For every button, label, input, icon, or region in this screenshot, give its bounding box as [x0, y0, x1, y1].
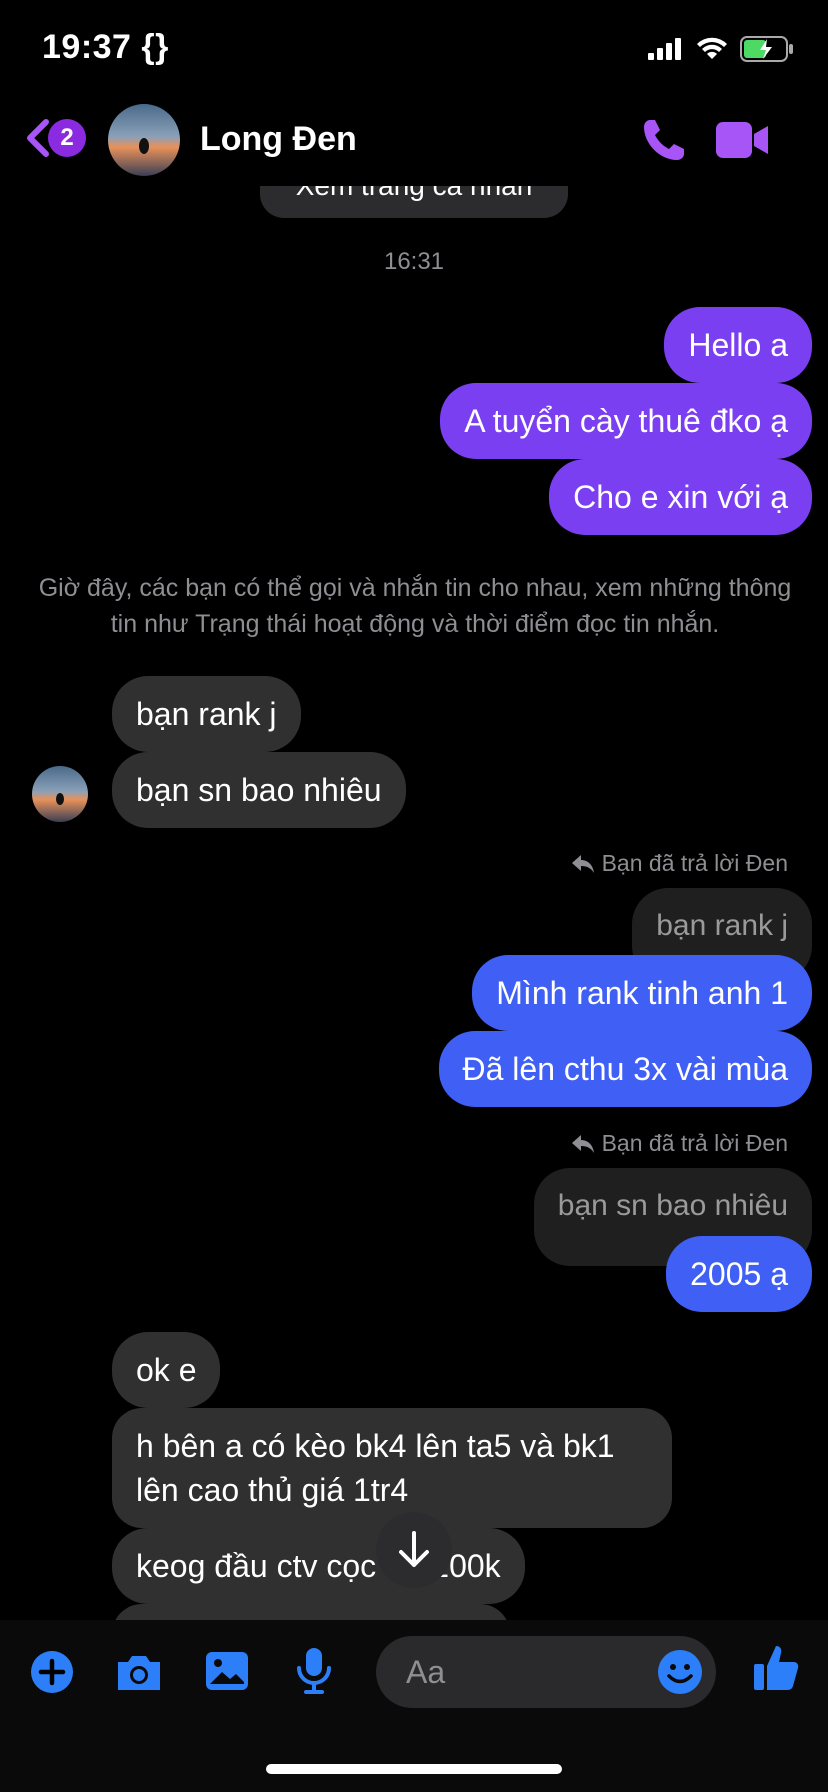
phone-icon: [644, 120, 684, 160]
emoji-button[interactable]: [656, 1648, 704, 1701]
gallery-button[interactable]: [204, 1650, 250, 1697]
camera-button[interactable]: [114, 1650, 164, 1699]
message-input-placeholder: Aa: [406, 1654, 446, 1690]
more-actions-button[interactable]: [30, 1650, 74, 1699]
contact-name[interactable]: Long Đen: [200, 120, 357, 159]
incoming-message[interactable]: ok e: [112, 1332, 221, 1408]
video-icon: [716, 122, 768, 158]
scroll-to-bottom-button[interactable]: [376, 1512, 452, 1588]
reply-label: Bạn đã trả lời Đen: [601, 1130, 788, 1156]
back-button[interactable]: 2: [22, 118, 86, 158]
status-time: 19:37 {}: [42, 28, 169, 66]
arrow-down-icon: [399, 1531, 429, 1567]
reply-icon: [571, 1134, 594, 1153]
outgoing-message[interactable]: Mình rank tinh anh 1: [472, 955, 812, 1031]
outgoing-message[interactable]: Cho e xin với ạ: [549, 459, 812, 535]
status-icons: [648, 34, 794, 64]
like-button[interactable]: [752, 1642, 800, 1699]
microphone-icon: [297, 1648, 331, 1694]
message-timestamp: 16:31: [383, 248, 445, 275]
voice-message-button[interactable]: [294, 1646, 334, 1701]
system-notice: Giờ đây, các bạn có thể gọi và nhắn tin …: [38, 574, 792, 638]
contact-avatar[interactable]: [108, 104, 180, 176]
outgoing-message[interactable]: A tuyển cày thuê đko ạ: [440, 383, 812, 459]
emoji-icon: [658, 1650, 702, 1694]
photo-icon: [206, 1652, 248, 1690]
incoming-message[interactable]: bạn sn bao nhiêu: [112, 752, 406, 828]
reply-label: Bạn đã trả lời Đen: [601, 850, 788, 876]
video-call-button[interactable]: [714, 120, 770, 165]
reply-indicator: Bạn đã trả lời Đen: [571, 850, 788, 877]
incoming-message[interactable]: keog đầu ctv cọc 50-100k: [112, 1528, 525, 1604]
incoming-message[interactable]: bạn rank j: [112, 676, 301, 752]
camera-icon: [118, 1656, 160, 1690]
wifi-icon: [697, 37, 727, 59]
call-button[interactable]: [640, 116, 688, 169]
reply-icon: [571, 854, 594, 873]
incoming-message[interactable]: h bên a có kèo bk4 lên ta5 và bk1 lên ca…: [112, 1408, 672, 1528]
signal-icon: [648, 38, 681, 60]
outgoing-message[interactable]: Đã lên cthu 3x vài mùa: [438, 1031, 812, 1107]
outgoing-message[interactable]: 2005 ạ: [666, 1236, 812, 1312]
unread-badge: 2: [48, 119, 86, 157]
sender-avatar[interactable]: [32, 766, 88, 822]
outgoing-message[interactable]: Hello a: [664, 307, 812, 383]
battery-icon: [740, 36, 793, 62]
home-indicator: [266, 1764, 562, 1774]
reply-indicator: Bạn đã trả lời Đen: [571, 1130, 788, 1157]
like-icon: [754, 1646, 799, 1690]
plus-icon: [31, 1651, 73, 1693]
